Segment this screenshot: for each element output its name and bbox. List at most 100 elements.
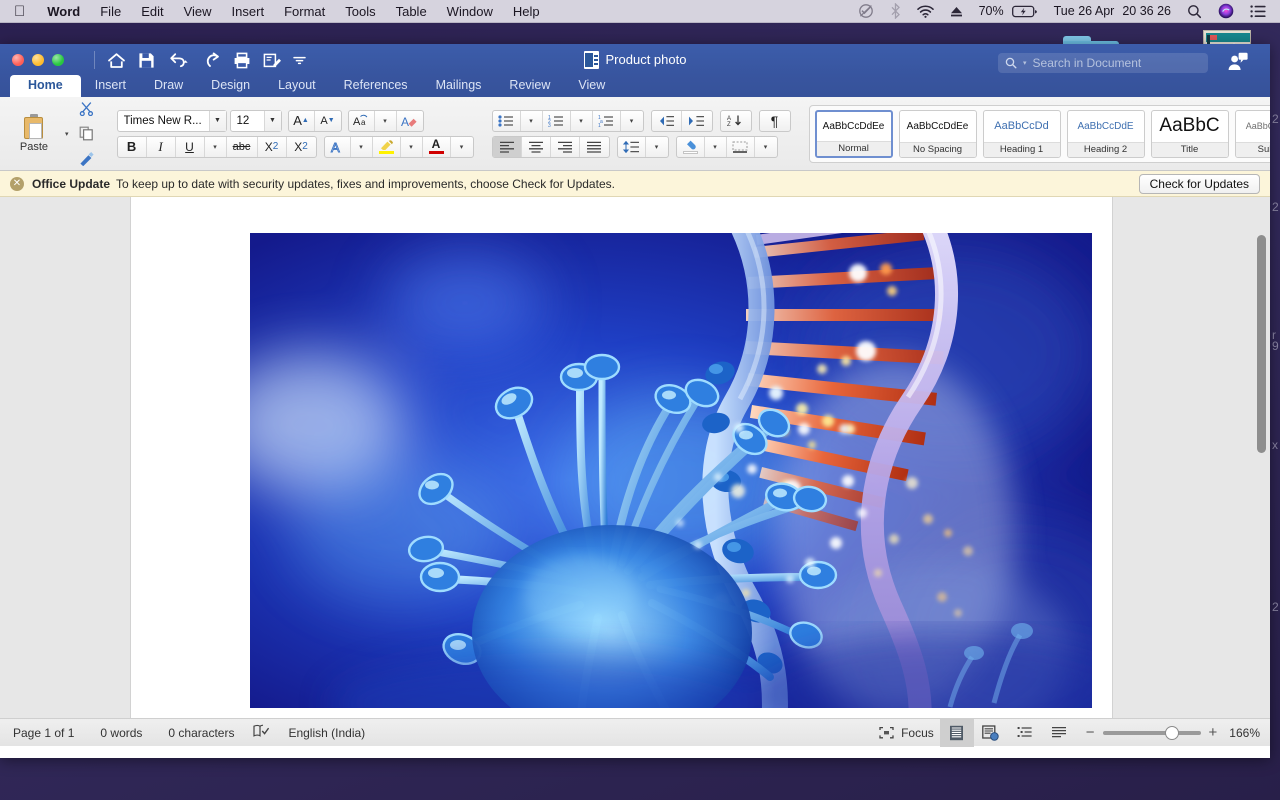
tab-mailings[interactable]: Mailings bbox=[422, 75, 496, 97]
paste-button[interactable]: Paste bbox=[5, 114, 63, 153]
character-count[interactable]: 0 characters bbox=[155, 726, 247, 740]
menu-item-insert[interactable]: Insert bbox=[222, 0, 275, 23]
cut-button[interactable] bbox=[75, 98, 99, 120]
apple-menu-icon[interactable]:  bbox=[0, 0, 37, 23]
sort-button[interactable]: AZ bbox=[721, 111, 751, 131]
highlight-button[interactable] bbox=[373, 136, 401, 157]
case-dropdown[interactable]: ▾ bbox=[375, 110, 397, 131]
account-icon[interactable] bbox=[1224, 50, 1250, 74]
format-painter-icon[interactable] bbox=[259, 48, 285, 72]
italic-button[interactable]: I bbox=[147, 136, 176, 157]
eject-icon[interactable] bbox=[942, 0, 971, 23]
superscript-button[interactable]: X2 bbox=[287, 137, 316, 157]
tab-design[interactable]: Design bbox=[197, 75, 264, 97]
spotlight-search-icon[interactable] bbox=[1179, 0, 1210, 23]
style-subtitle[interactable]: AaBbCcDdEe Subtitle bbox=[1234, 109, 1270, 158]
grow-font-button[interactable]: A ▲ bbox=[289, 110, 315, 131]
underline-button[interactable]: U bbox=[176, 136, 205, 157]
menu-item-view[interactable]: View bbox=[174, 0, 222, 23]
chevron-down-icon[interactable]: ▼ bbox=[263, 110, 281, 131]
subscript-button[interactable]: X2 bbox=[258, 136, 287, 157]
change-case-button[interactable]: Aa bbox=[349, 110, 375, 131]
menu-item-tools[interactable]: Tools bbox=[335, 0, 385, 23]
borders-button[interactable] bbox=[727, 136, 755, 157]
zoom-track[interactable] bbox=[1102, 725, 1201, 740]
tab-home[interactable]: Home bbox=[10, 75, 81, 97]
minimize-window-button[interactable] bbox=[32, 54, 44, 66]
wifi-icon[interactable] bbox=[909, 0, 942, 23]
menu-item-edit[interactable]: Edit bbox=[131, 0, 173, 23]
draft-view-button[interactable] bbox=[1042, 719, 1076, 747]
font-family-combo[interactable]: Times New R... ▼ bbox=[116, 109, 227, 132]
document-image[interactable] bbox=[250, 233, 1092, 708]
menu-bar-time[interactable]: 20 36 26 bbox=[1122, 0, 1179, 23]
close-window-button[interactable] bbox=[12, 54, 24, 66]
page-count[interactable]: Page 1 of 1 bbox=[0, 726, 87, 740]
chevron-down-icon[interactable]: ▼ bbox=[208, 110, 226, 131]
bullets-dropdown[interactable]: ▾ bbox=[521, 110, 543, 131]
shading-button[interactable] bbox=[677, 136, 705, 157]
highlight-dropdown[interactable]: ▾ bbox=[401, 136, 423, 157]
menu-item-table[interactable]: Table bbox=[386, 0, 437, 23]
menu-bar-date[interactable]: Tue 26 Apr bbox=[1046, 0, 1123, 23]
style-no-spacing[interactable]: AaBbCcDdEe No Spacing bbox=[898, 109, 977, 158]
copy-button[interactable] bbox=[75, 123, 99, 145]
tab-references[interactable]: References bbox=[330, 75, 422, 97]
numbered-list-button[interactable]: 123 bbox=[543, 110, 571, 131]
do-not-disturb-icon[interactable] bbox=[850, 0, 882, 23]
line-spacing-dropdown[interactable]: ▾ bbox=[646, 137, 668, 157]
bulleted-list-button[interactable] bbox=[493, 110, 521, 131]
zoom-slider[interactable]: − + 166% bbox=[1076, 724, 1270, 741]
focus-button[interactable]: Focus bbox=[866, 726, 940, 740]
save-icon[interactable] bbox=[133, 48, 159, 72]
print-layout-view-button[interactable] bbox=[939, 718, 974, 747]
text-effects-dropdown[interactable]: ▾ bbox=[351, 136, 373, 157]
paste-dropdown-icon[interactable]: ▾ bbox=[63, 130, 71, 138]
font-size-combo[interactable]: 12 ▼ bbox=[229, 109, 282, 132]
clear-formatting-button[interactable]: A bbox=[397, 111, 423, 131]
strikethrough-button[interactable]: abc bbox=[227, 136, 258, 157]
format-painter-button[interactable] bbox=[75, 148, 99, 170]
text-effects-button[interactable]: A bbox=[325, 136, 351, 157]
menu-item-file[interactable]: File bbox=[90, 0, 131, 23]
zoom-knob[interactable] bbox=[1164, 725, 1179, 740]
numbering-dropdown[interactable]: ▾ bbox=[571, 110, 593, 131]
paragraph-marks-button[interactable]: ¶ bbox=[760, 111, 790, 131]
zoom-out-button[interactable]: − bbox=[1086, 724, 1095, 741]
redo-icon[interactable] bbox=[199, 48, 225, 72]
style-heading-1[interactable]: AaBbCcDd Heading 1 bbox=[982, 109, 1061, 158]
word-count[interactable]: 0 words bbox=[87, 726, 155, 740]
tab-layout[interactable]: Layout bbox=[264, 75, 330, 97]
font-color-dropdown[interactable]: ▾ bbox=[451, 137, 473, 157]
web-layout-view-button[interactable] bbox=[974, 719, 1008, 747]
tab-insert[interactable]: Insert bbox=[81, 75, 140, 97]
document-canvas[interactable] bbox=[0, 197, 1270, 718]
print-icon[interactable] bbox=[229, 48, 255, 72]
maximize-window-button[interactable] bbox=[52, 54, 64, 66]
bold-button[interactable]: B bbox=[118, 136, 147, 157]
control-center-icon[interactable] bbox=[1242, 0, 1274, 23]
decrease-indent-button[interactable] bbox=[652, 110, 682, 131]
shading-dropdown[interactable]: ▾ bbox=[705, 136, 727, 157]
style-title[interactable]: AaBbC Title bbox=[1150, 109, 1229, 158]
font-color-button[interactable]: A bbox=[423, 136, 451, 157]
chevron-down-icon[interactable]: ▾ bbox=[1021, 59, 1029, 67]
check-for-updates-button[interactable]: Check for Updates bbox=[1138, 173, 1260, 194]
tab-view[interactable]: View bbox=[564, 75, 619, 97]
zoom-in-button[interactable]: + bbox=[1209, 724, 1218, 741]
underline-dropdown[interactable]: ▾ bbox=[205, 136, 227, 157]
menu-item-window[interactable]: Window bbox=[437, 0, 503, 23]
outline-view-button[interactable] bbox=[1008, 719, 1042, 747]
customize-toolbar-icon[interactable] bbox=[289, 48, 309, 72]
battery-charging-icon[interactable] bbox=[1011, 0, 1046, 23]
multilevel-dropdown[interactable]: ▾ bbox=[621, 111, 643, 131]
align-center-button[interactable] bbox=[522, 136, 551, 157]
increase-indent-button[interactable] bbox=[682, 111, 712, 131]
tab-draw[interactable]: Draw bbox=[140, 75, 197, 97]
borders-dropdown[interactable]: ▾ bbox=[755, 137, 777, 157]
multilevel-list-button[interactable]: 1a1 bbox=[593, 110, 621, 131]
search-in-document[interactable]: ▾ bbox=[998, 53, 1208, 73]
tab-review[interactable]: Review bbox=[495, 75, 564, 97]
line-spacing-button[interactable] bbox=[618, 136, 646, 157]
proofing-icon[interactable] bbox=[247, 724, 275, 741]
